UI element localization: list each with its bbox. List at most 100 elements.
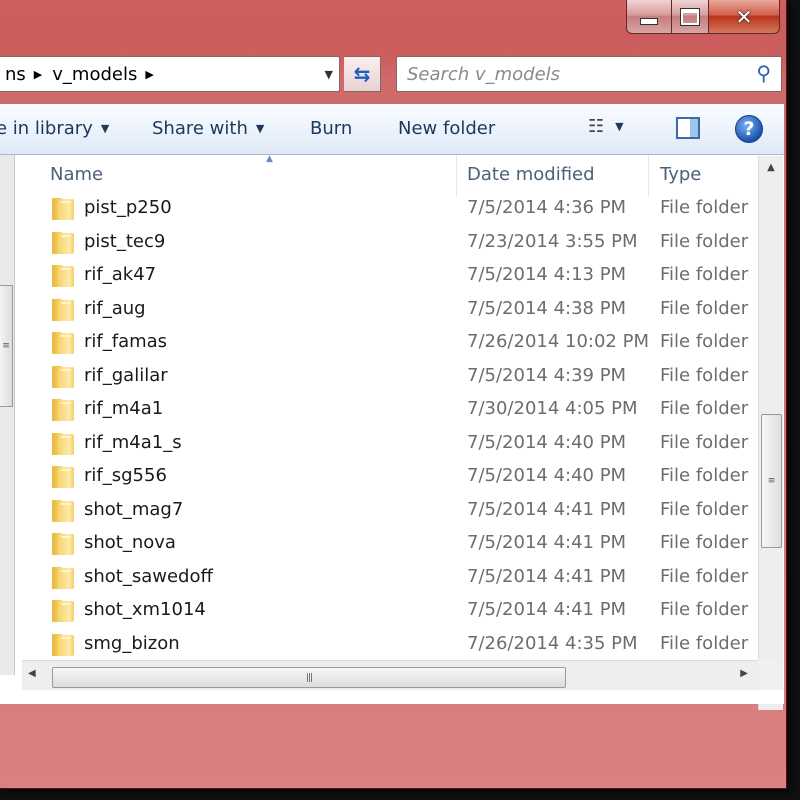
explorer-window: ✕ ns ▶ v_models ▶ ▼ ⇆ ⚲ e in library▼ Sh… xyxy=(0,0,787,789)
file-list: pist_p250 7/5/2014 4:36 PM File folder pist… xyxy=(22,192,756,661)
folder-icon xyxy=(52,332,74,354)
column-divider[interactable] xyxy=(456,156,457,196)
close-button[interactable]: ✕ xyxy=(709,0,780,34)
file-name: shot_xm1014 xyxy=(84,599,206,620)
close-icon: ✕ xyxy=(735,4,753,29)
column-header-name[interactable]: Name xyxy=(50,164,103,185)
search-box[interactable]: ⚲ xyxy=(396,56,782,92)
file-date-modified: 7/5/2014 4:41 PM xyxy=(467,532,627,553)
file-date-modified: 7/26/2014 4:35 PM xyxy=(467,632,638,654)
horizontal-scrollbar[interactable]: ◀ ||| ▶ xyxy=(22,660,758,691)
refresh-button[interactable]: ⇆ xyxy=(344,56,381,92)
breadcrumb-current[interactable]: v_models xyxy=(46,64,141,85)
vertical-scrollbar[interactable]: ▲ ≡ ▼ xyxy=(758,156,783,710)
file-row[interactable]: shot_sawedoff 7/5/2014 4:41 PM File folder xyxy=(22,561,756,595)
file-row[interactable]: rif_m4a1_s 7/5/2014 4:40 PM File folder xyxy=(22,427,756,461)
scroll-left-icon[interactable]: ◀ xyxy=(28,668,36,679)
address-history-dropdown-icon[interactable]: ▼ xyxy=(325,68,333,81)
file-name: rif_famas xyxy=(84,331,168,352)
file-name: shot_nova xyxy=(84,532,176,553)
file-date-modified: 7/5/2014 4:39 PM xyxy=(467,364,627,386)
file-date-modified: 7/5/2014 4:13 PM xyxy=(467,264,627,285)
file-row[interactable]: shot_nova 7/5/2014 4:41 PM File folder xyxy=(22,527,756,561)
file-row[interactable]: rif_galilar 7/5/2014 4:39 PM File folder xyxy=(22,360,756,394)
file-row[interactable]: smg_bizon 7/26/2014 4:35 PM File folder xyxy=(22,628,756,662)
file-row[interactable]: rif_ak47 7/5/2014 4:13 PM File folder xyxy=(22,259,756,293)
file-type: File folder xyxy=(660,532,749,553)
file-row[interactable]: shot_xm1014 7/5/2014 4:41 PM File folder xyxy=(22,594,756,628)
file-type: File folder xyxy=(660,364,749,386)
horizontal-scroll-thumb[interactable]: ||| xyxy=(52,667,566,688)
folder-icon xyxy=(52,466,74,488)
search-input[interactable] xyxy=(397,62,739,86)
navigation-pane-scrollbar[interactable]: ≡ xyxy=(0,155,15,675)
file-type: File folder xyxy=(660,264,749,285)
maximize-icon xyxy=(680,7,700,26)
preview-pane-icon[interactable] xyxy=(676,117,700,139)
file-type: File folder xyxy=(660,197,749,218)
column-header: ▲ Name Date modified Type xyxy=(22,154,756,196)
file-type: File folder xyxy=(660,431,749,453)
address-bar[interactable]: ns ▶ v_models ▶ ▼ xyxy=(0,56,340,92)
folder-icon xyxy=(52,365,74,388)
file-row[interactable]: pist_tec9 7/23/2014 3:55 PM File folder xyxy=(22,226,756,260)
file-type: File folder xyxy=(660,465,749,486)
file-date-modified: 7/5/2014 4:40 PM xyxy=(467,465,627,486)
folder-icon xyxy=(52,231,74,254)
file-row[interactable]: rif_m4a1 7/30/2014 4:05 PM File folder xyxy=(22,393,756,427)
file-name: rif_sg556 xyxy=(84,465,167,486)
magnifier-icon[interactable]: ⚲ xyxy=(756,61,771,85)
column-header-date[interactable]: Date modified xyxy=(467,164,595,185)
share-with-button[interactable]: Share with ▼ xyxy=(152,118,264,139)
change-view-button[interactable]: ☷ ▼ xyxy=(588,116,624,137)
maximize-button[interactable] xyxy=(672,0,709,34)
file-date-modified: 7/5/2014 4:41 PM xyxy=(467,565,627,587)
chevron-down-icon: ▼ xyxy=(255,122,265,135)
file-name: rif_m4a1 xyxy=(84,398,164,419)
refresh-icon: ⇆ xyxy=(353,62,371,86)
file-row[interactable]: shot_mag7 7/5/2014 4:41 PM File folder xyxy=(22,494,756,528)
file-date-modified: 7/5/2014 4:38 PM xyxy=(467,297,627,319)
file-date-modified: 7/5/2014 4:41 PM xyxy=(467,599,627,620)
file-row[interactable]: rif_sg556 7/5/2014 4:40 PM File folder xyxy=(22,460,756,494)
vertical-scroll-thumb[interactable]: ≡ xyxy=(761,414,782,548)
file-type: File folder xyxy=(660,632,749,654)
folder-icon xyxy=(52,633,74,656)
folder-icon xyxy=(52,198,74,220)
minimize-button[interactable] xyxy=(626,0,672,34)
view-details-icon: ☷ xyxy=(588,116,604,137)
breadcrumb-separator-icon[interactable]: ▶ xyxy=(141,68,157,81)
new-folder-button[interactable]: New folder xyxy=(398,118,495,139)
file-name: rif_m4a1_s xyxy=(84,431,182,453)
scroll-right-icon[interactable]: ▶ xyxy=(740,668,748,679)
file-date-modified: 7/5/2014 4:41 PM xyxy=(467,498,627,520)
scrollbar-corner xyxy=(758,660,782,690)
folder-icon xyxy=(52,499,74,522)
file-name: rif_ak47 xyxy=(84,264,157,285)
caption-buttons: ✕ xyxy=(626,0,780,34)
include-in-library-button[interactable]: e in library ▼ xyxy=(0,118,109,139)
help-icon[interactable]: ? xyxy=(735,115,763,143)
column-divider[interactable] xyxy=(648,156,649,196)
breadcrumb-separator-icon[interactable]: ▶ xyxy=(30,68,46,81)
file-row[interactable]: rif_famas 7/26/2014 10:02 PM File folder xyxy=(22,326,756,360)
scroll-up-icon[interactable]: ▲ xyxy=(759,162,783,182)
minimize-icon xyxy=(640,18,658,25)
file-name: rif_galilar xyxy=(84,364,168,386)
file-row[interactable]: rif_aug 7/5/2014 4:38 PM File folder xyxy=(22,293,756,327)
file-type: File folder xyxy=(660,297,749,319)
folder-icon xyxy=(52,566,74,589)
file-date-modified: 7/5/2014 4:36 PM xyxy=(467,197,627,218)
burn-button[interactable]: Burn xyxy=(310,118,352,139)
file-row[interactable]: pist_p250 7/5/2014 4:36 PM File folder xyxy=(22,192,756,226)
folder-icon xyxy=(52,600,74,622)
column-header-type[interactable]: Type xyxy=(660,164,701,185)
file-date-modified: 7/23/2014 3:55 PM xyxy=(467,230,638,252)
client-area: e in library ▼ Share with ▼ Burn New folde… xyxy=(0,104,784,710)
navigation-scroll-thumb[interactable]: ≡ xyxy=(0,285,13,407)
breadcrumb-parent[interactable]: ns xyxy=(0,64,30,85)
file-name: pist_p250 xyxy=(84,197,172,218)
file-name: pist_tec9 xyxy=(84,230,166,252)
file-type: File folder xyxy=(660,565,749,587)
folder-icon xyxy=(52,533,74,555)
